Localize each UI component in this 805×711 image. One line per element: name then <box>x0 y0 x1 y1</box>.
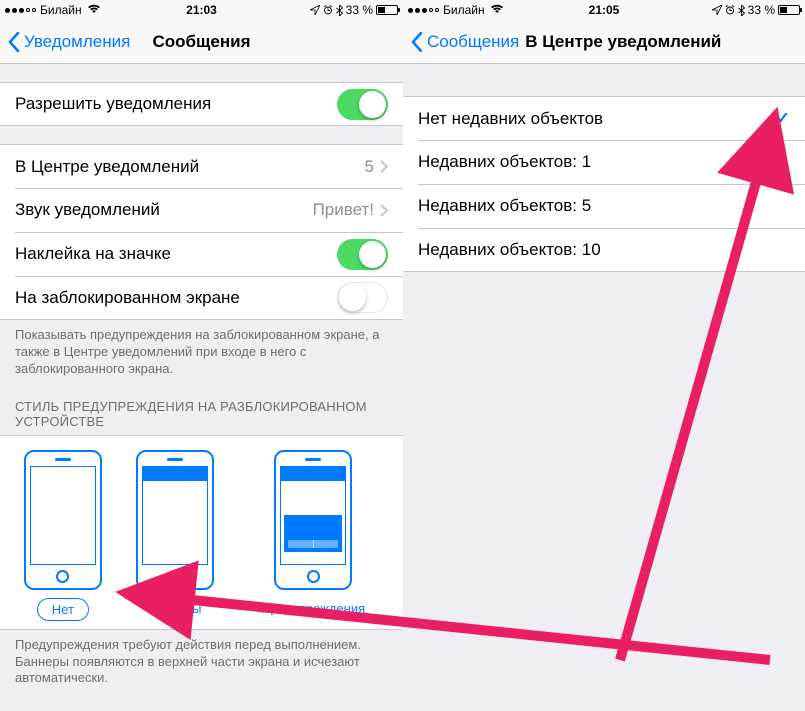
status-bar: Билайн 21:03 33 % <box>0 0 403 20</box>
chevron-left-icon <box>8 32 20 52</box>
alert-style-header: СТИЛЬ ПРЕДУПРЕЖДЕНИЯ НА РАЗБЛОКИРОВАННОМ… <box>0 385 403 435</box>
sound-row[interactable]: Звук уведомлений Привет! <box>0 188 403 232</box>
status-right: 33 % <box>310 3 398 17</box>
bluetooth-icon <box>336 5 343 16</box>
carrier-label: Билайн <box>443 3 485 17</box>
alert-style-picker: Нет Баннеры Предупреждения <box>0 435 403 630</box>
clock-label: 21:05 <box>589 3 620 17</box>
option-none-label: Нет недавних объектов <box>418 109 776 129</box>
phone-thumb-banners <box>136 450 214 590</box>
checkmark-icon: ✓ <box>776 109 790 129</box>
alarm-icon <box>323 5 333 15</box>
battery-icon <box>376 5 398 15</box>
location-icon <box>310 5 320 15</box>
allow-notifications-row: Разрешить уведомления <box>0 82 403 126</box>
sound-value: Привет! <box>313 200 374 220</box>
back-button[interactable]: Уведомления <box>8 32 130 52</box>
chevron-right-icon <box>380 160 388 173</box>
option-1[interactable]: Недавних объектов: 1 <box>403 140 805 184</box>
lockscreen-switch[interactable] <box>337 282 388 313</box>
alert-style-none[interactable]: Нет <box>24 450 102 621</box>
lockscreen-label: На заблокированном экране <box>15 288 337 308</box>
option-10-label: Недавних объектов: 10 <box>418 240 790 260</box>
alert-style-none-label: Нет <box>37 598 89 621</box>
notification-center-row[interactable]: В Центре уведомлений 5 <box>0 144 403 188</box>
notification-center-label: В Центре уведомлений <box>15 157 365 177</box>
notification-center-value: 5 <box>365 157 374 177</box>
bluetooth-icon <box>738 5 745 16</box>
alert-style-footer: Предупреждения требуют действия перед вы… <box>0 630 403 695</box>
chevron-left-icon <box>411 32 423 52</box>
badge-row: Наклейка на значке <box>0 232 403 276</box>
option-none[interactable]: Нет недавних объектов ✓ <box>403 96 805 140</box>
status-right: 33 % <box>712 3 800 17</box>
phone-thumb-none <box>24 450 102 590</box>
option-5[interactable]: Недавних объектов: 5 <box>403 184 805 228</box>
status-bar: Билайн 21:05 33 % <box>403 0 805 20</box>
option-1-label: Недавних объектов: 1 <box>418 152 790 172</box>
alarm-icon <box>725 5 735 15</box>
sound-label: Звук уведомлений <box>15 200 313 220</box>
lockscreen-footer: Показывать предупреждения на заблокирова… <box>0 320 403 385</box>
alert-style-banners-label: Баннеры <box>134 598 216 619</box>
badge-label: Наклейка на значке <box>15 244 337 264</box>
alert-style-banners[interactable]: Баннеры <box>134 450 216 621</box>
chevron-right-icon <box>380 204 388 217</box>
phone-thumb-alerts <box>274 450 352 590</box>
alert-style-alerts[interactable]: Предупреждения <box>247 450 379 621</box>
allow-label: Разрешить уведомления <box>15 94 337 114</box>
clock-label: 21:03 <box>186 3 217 17</box>
messages-params-header: ПАРАМЕТРЫ «СООБЩЕНИЯ» <box>0 694 403 711</box>
signal-dots <box>408 8 439 13</box>
nav-bar: Сообщения В Центре уведомлений <box>403 20 805 64</box>
page-title: Сообщения <box>153 32 251 52</box>
battery-percent: 33 % <box>748 3 775 17</box>
carrier-label: Билайн <box>40 3 82 17</box>
badge-switch[interactable] <box>337 239 388 270</box>
battery-percent: 33 % <box>346 3 373 17</box>
back-button[interactable]: Сообщения <box>411 32 519 52</box>
nav-bar: Уведомления Сообщения <box>0 20 403 64</box>
settings-screen-in-center: Билайн 21:05 33 % Сообщения В Центре уве… <box>403 0 805 711</box>
signal-dots <box>5 8 36 13</box>
wifi-icon <box>490 3 504 17</box>
wifi-icon <box>87 3 101 17</box>
lockscreen-row: На заблокированном экране <box>0 276 403 320</box>
back-label: Сообщения <box>427 32 519 52</box>
battery-icon <box>778 5 800 15</box>
settings-screen-messages: Билайн 21:03 33 % Уведомления Сообщения … <box>0 0 403 711</box>
back-label: Уведомления <box>24 32 130 52</box>
option-5-label: Недавних объектов: 5 <box>418 196 790 216</box>
alert-style-alerts-label: Предупреждения <box>247 598 379 619</box>
location-icon <box>712 5 722 15</box>
option-10[interactable]: Недавних объектов: 10 <box>403 228 805 272</box>
allow-notifications-switch[interactable] <box>337 89 388 120</box>
page-title: В Центре уведомлений <box>525 32 721 52</box>
